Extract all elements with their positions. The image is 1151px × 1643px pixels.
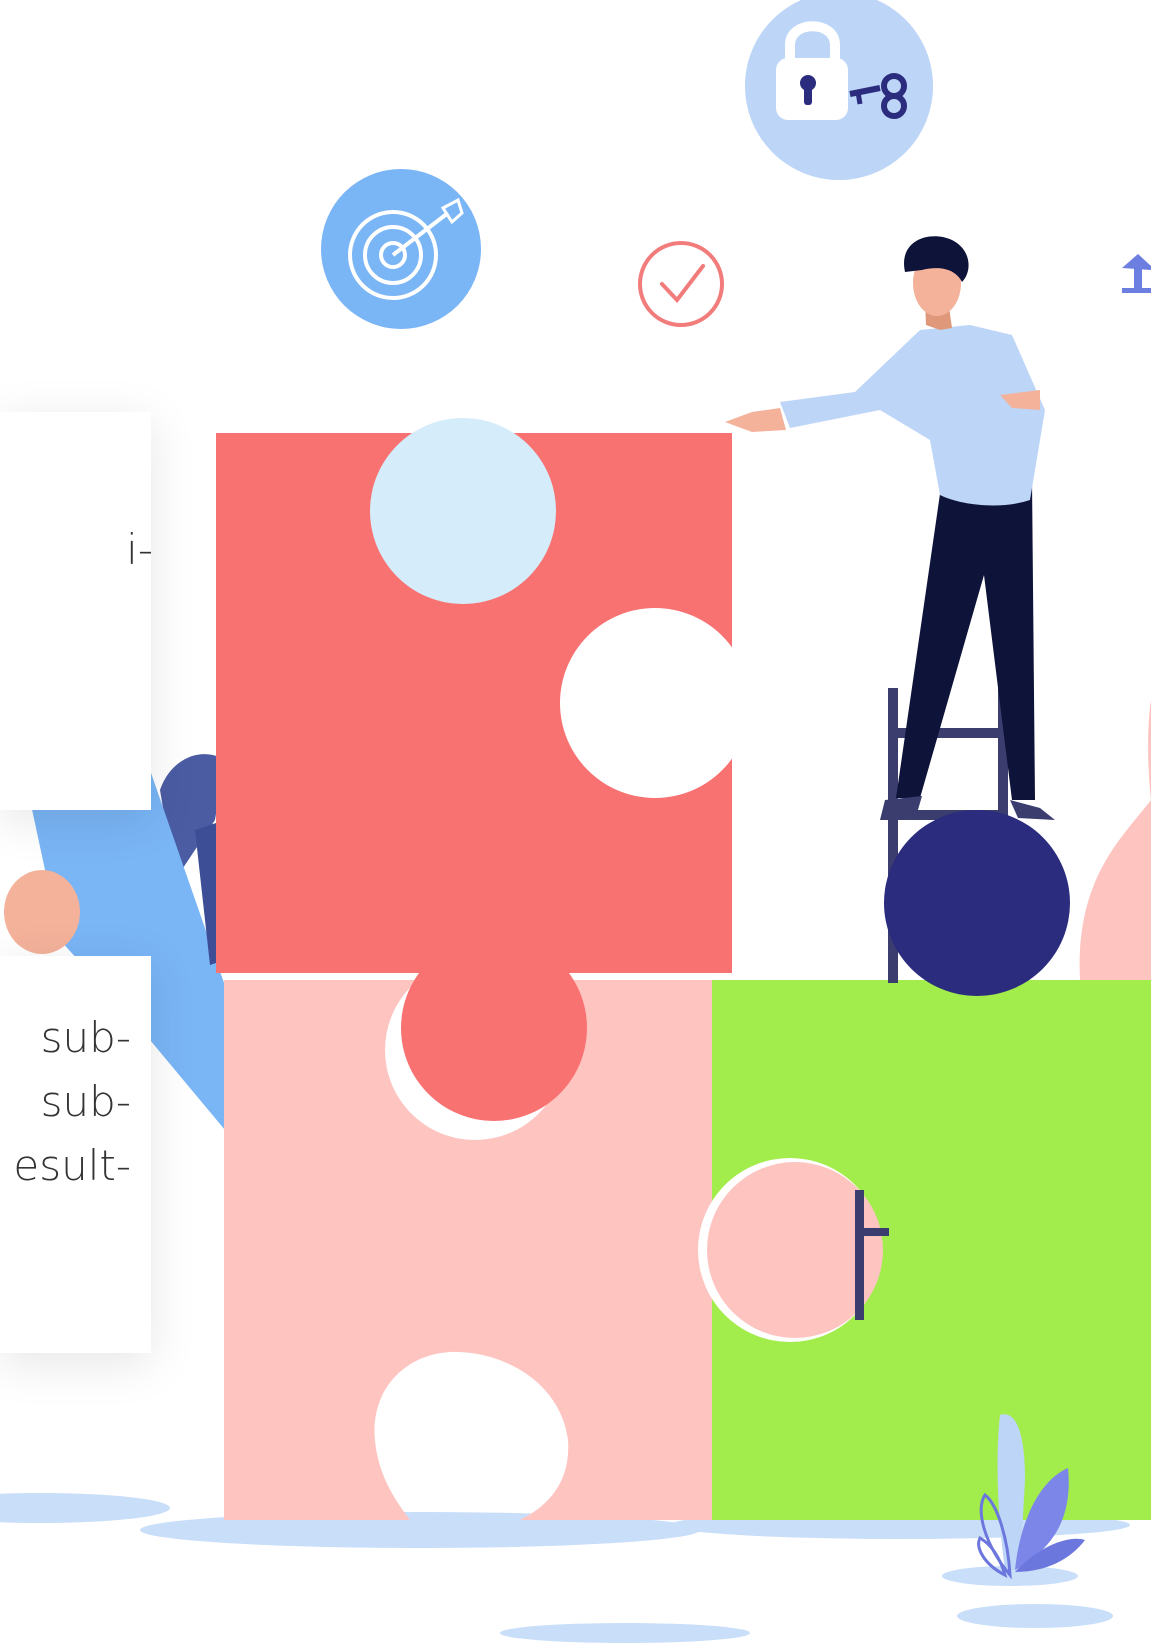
upload-arrow-base — [1122, 288, 1151, 293]
ladder-rail-lower — [855, 1190, 864, 1320]
puzzle-piece-pink — [224, 935, 712, 1520]
person-standing-shirt — [780, 325, 1045, 506]
info-card-top-line: i- — [126, 525, 151, 574]
navy-ball — [884, 810, 1070, 996]
floor-shadow-bottom-right — [957, 1604, 1113, 1628]
person-standing-legs — [896, 480, 1035, 800]
floor-shadow-bottom — [500, 1623, 750, 1643]
info-card-top: i- — [0, 412, 151, 810]
check-icon-mark — [660, 264, 705, 304]
floor-shadow-left — [0, 1493, 170, 1523]
person-left-hand — [4, 870, 80, 954]
info-card-bottom-line-2: sub- — [40, 1077, 131, 1126]
key-tooth — [855, 91, 863, 105]
puzzle-red-knob — [401, 935, 587, 1121]
lock-keyhole-slot — [804, 85, 812, 105]
info-card-top-text: i- — [126, 518, 151, 582]
pink-shape-right — [1079, 700, 1151, 980]
checkmark-circle-icon — [638, 241, 724, 327]
person-standing-hand — [725, 408, 786, 432]
puzzle-piece-red — [216, 418, 750, 973]
info-card-bottom-line-3: esult- — [13, 1141, 131, 1190]
target-arrow-icon — [321, 169, 481, 329]
ladder-rung-lower — [864, 1228, 889, 1236]
info-card-bottom-line-1: sub- — [40, 1013, 131, 1062]
puzzle-piece-green — [698, 980, 1151, 1520]
puzzle-red-hole-right — [560, 608, 750, 798]
puzzle-red-hole-top — [370, 418, 556, 604]
puzzle-illustration — [0, 0, 1151, 1643]
info-card-bottom: sub- sub- esult- — [0, 956, 151, 1353]
upload-arrow-stem — [1134, 268, 1142, 288]
person-standing-shoe-left — [880, 796, 922, 820]
padlock-key-icon — [745, 0, 933, 180]
upload-arrow-head — [1122, 254, 1151, 270]
check-icon-ring — [638, 241, 724, 327]
info-card-bottom-text: sub- sub- esult- — [13, 1006, 131, 1198]
upload-arrow-icon — [1122, 254, 1151, 293]
person-standing-shoe-right — [1010, 800, 1055, 820]
